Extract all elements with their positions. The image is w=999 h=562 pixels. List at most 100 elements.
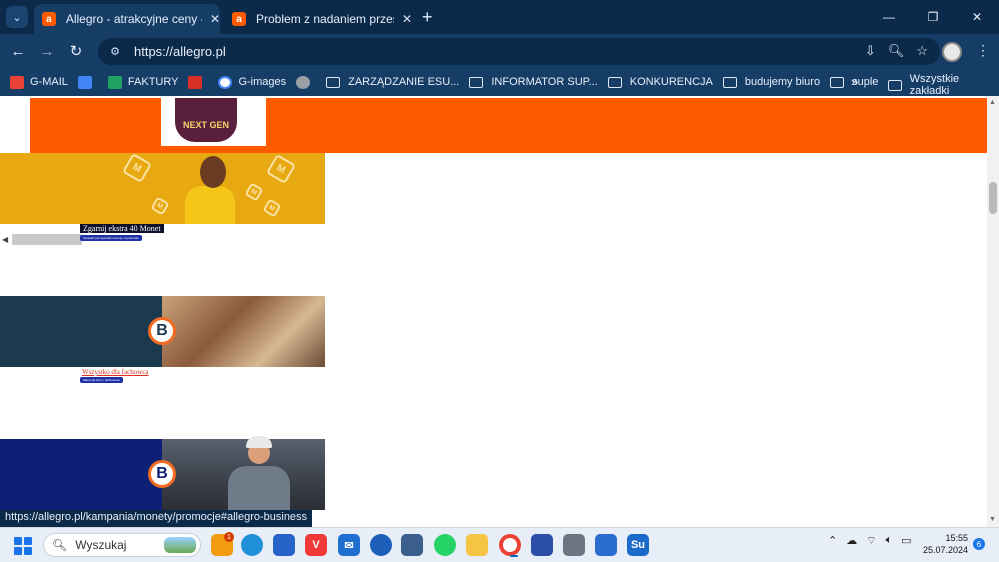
folder-icon [888, 79, 902, 91]
bookmark-faktury[interactable]: FAKTURY [107, 75, 179, 89]
start-button[interactable] [14, 537, 32, 555]
app-icon[interactable] [370, 534, 392, 556]
close-icon[interactable]: ✕ [402, 12, 412, 26]
bookmark-label: FAKTURY [127, 76, 179, 88]
craftsman-photo [162, 296, 325, 367]
coin-icon: M [150, 196, 170, 216]
calculator-icon[interactable] [563, 534, 585, 556]
su-app-icon[interactable]: Su [627, 534, 649, 556]
wifi-icon[interactable]: ⌔ [866, 534, 876, 548]
tab-search-button[interactable]: ⌄ [6, 6, 28, 28]
file-explorer-icon[interactable] [466, 534, 488, 556]
gmail-icon [10, 75, 24, 89]
bookmark-folder-konkurencja[interactable]: KONKURENCJA [607, 76, 713, 88]
scroll-up-icon[interactable]: ▲ [989, 99, 996, 106]
tab-strip: ⌄ a Allegro - atrakcyjne ceny - Strona ✕… [0, 0, 999, 34]
all-bookmarks-button[interactable]: Wszystkie zakładki [888, 73, 999, 97]
more-menu-icon[interactable]: ⋮ [976, 42, 990, 59]
vivaldi-icon[interactable]: V [305, 534, 327, 556]
edge-icon[interactable] [241, 534, 263, 556]
bookmark-red-m[interactable] [188, 75, 208, 89]
coin-icon: M [265, 153, 297, 185]
back-button[interactable]: ← [8, 41, 28, 61]
google-icon [218, 75, 233, 89]
folder-icon [469, 76, 484, 88]
remote-desktop-icon[interactable] [401, 534, 423, 556]
new-tab-button[interactable]: + [422, 8, 433, 26]
folder-icon [607, 76, 622, 88]
tiny-sidebar [0, 98, 30, 153]
product-can: NEXT GEN [175, 98, 237, 142]
bookmark-label: G-images [238, 76, 287, 88]
status-bar-url: https://allegro.pl/kampania/monety/promo… [0, 510, 313, 527]
bookmark-settings[interactable] [296, 75, 316, 89]
reload-button[interactable]: ↻ [66, 41, 86, 61]
sheets-icon [107, 75, 122, 89]
bookmark-label: INFORMATOR SUP... [491, 76, 598, 88]
mail-icon[interactable]: ✉ [338, 534, 360, 556]
browser-toolbar: ← → ↻ ⚙ https://allegro.pl ⇩ 🔍︎ ☆ ⋮ [0, 34, 999, 68]
all-bookmarks-label: Wszystkie zakładki [909, 73, 960, 97]
close-icon[interactable]: ✕ [210, 12, 220, 26]
promo-monety-label[interactable]: Zgarnij ekstra 40 Monet [80, 224, 164, 233]
zoom-icon[interactable]: 🔍︎ [888, 43, 905, 59]
carousel-track [12, 234, 82, 245]
clock-date: 25.07.2024 [922, 545, 968, 555]
store-icon[interactable] [273, 534, 295, 556]
folder-icon [830, 76, 845, 88]
whatsapp-icon[interactable] [434, 534, 456, 556]
taskbar-clock[interactable]: 15:55 25.07.2024 [922, 532, 968, 556]
promo-fachowiec-sublabel[interactable]: Sklep dla firmy i fachowców [80, 377, 123, 383]
notification-center-badge[interactable]: 6 [973, 538, 985, 550]
tab-allegro[interactable]: a Allegro - atrakcyjne ceny - Strona ✕ [34, 4, 220, 34]
forward-button[interactable]: → [37, 41, 57, 61]
allegro-business-logo-icon: B [148, 460, 176, 488]
window-controls: — ❐ ✕ [867, 0, 999, 34]
minimize-button[interactable]: — [867, 0, 911, 34]
monety-promo-banner[interactable]: M M M M M [0, 152, 325, 224]
promo-monety-sublabel[interactable]: Sprawdź jak zgarniać monety i wymieniać [80, 235, 142, 241]
onedrive-icon[interactable]: ☁ [846, 534, 857, 548]
business-promo-banner[interactable]: B [0, 296, 325, 367]
monitor-app-icon[interactable] [595, 534, 617, 556]
url-text[interactable]: https://allegro.pl [134, 44, 226, 59]
bookmarks-overflow-button[interactable]: » [851, 74, 858, 89]
vertical-scrollbar[interactable] [987, 96, 999, 527]
scrollbar-thumb[interactable] [989, 182, 997, 214]
bookmark-folder-zarzadzanie[interactable]: ZARZĄDZANIE ESU... [326, 76, 459, 88]
profile-avatar[interactable] [942, 42, 962, 62]
save-disk-icon[interactable] [531, 534, 553, 556]
bookmark-label: budujemy biuro [744, 76, 821, 88]
clock-time: 15:55 [945, 533, 968, 543]
carousel-prev-icon[interactable]: ◀ [2, 235, 8, 244]
install-app-icon[interactable]: ⇩ [865, 43, 876, 59]
scroll-down-icon[interactable]: ▼ [989, 516, 996, 523]
bookmark-g-images[interactable]: G-images [218, 75, 287, 89]
volume-icon[interactable]: 🔈︎ [886, 534, 893, 548]
coin-icon: M [244, 182, 264, 202]
system-tray: ⌃ ☁ ⌔ 🔈︎ ▭ [828, 534, 912, 548]
notification-badge: 1 [224, 532, 234, 542]
red-m-icon [188, 75, 203, 89]
woman-head [200, 156, 226, 188]
tab-problem[interactable]: a Problem z nadaniem przesyłki - ✕ [224, 4, 414, 34]
taskbar-search[interactable]: 🔍︎ Wyszukaj [43, 533, 201, 557]
chrome-icon[interactable] [499, 534, 521, 557]
address-bar[interactable]: ⚙ https://allegro.pl ⇩ 🔍︎ ☆ [98, 38, 940, 65]
chevron-up-icon[interactable]: ⌃ [828, 534, 837, 548]
bookmark-gmail[interactable]: G-MAIL [10, 75, 68, 89]
bookmark-translate[interactable] [77, 75, 98, 89]
bookmark-folder-informator[interactable]: INFORMATOR SUP... [469, 76, 598, 88]
restore-button[interactable]: ❐ [911, 0, 955, 34]
close-window-button[interactable]: ✕ [955, 0, 999, 34]
battery-icon[interactable]: ▭ [901, 534, 911, 548]
promo-fachowiec-label[interactable]: Wszystko dla fachowca [82, 368, 148, 376]
helmet-icon [246, 436, 272, 448]
allegro-business-logo-icon: B [148, 317, 176, 345]
site-info-icon[interactable]: ⚙ [108, 45, 122, 59]
woman-figure [185, 186, 235, 224]
search-highlight-image [164, 537, 196, 553]
bookmark-label: G-MAIL [30, 76, 68, 88]
bookmark-star-icon[interactable]: ☆ [916, 43, 928, 59]
bookmark-folder-budujemy-biuro[interactable]: budujemy biuro [722, 76, 821, 88]
